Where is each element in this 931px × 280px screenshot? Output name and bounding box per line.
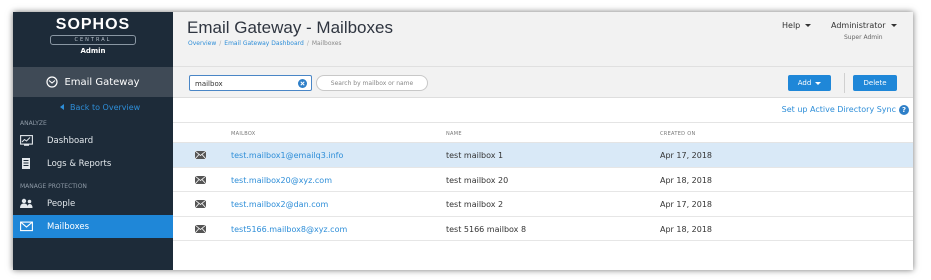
back-to-overview-link[interactable]: Back to Overview	[13, 97, 173, 117]
mailbox-table: MAILBOX NAME CREATED ON test.mailbox1@em…	[173, 122, 913, 241]
chevron-down-icon	[890, 24, 897, 27]
mailbox-link[interactable]: test.mailbox20@xyz.com	[231, 176, 332, 185]
user-role: Super Admin	[844, 34, 883, 41]
sidebar-item-label: People	[47, 198, 76, 209]
search-input[interactable]	[195, 78, 295, 89]
column-header-mailbox[interactable]: MAILBOX	[231, 131, 255, 137]
sidebar-item-mailboxes[interactable]: Mailboxes	[13, 215, 173, 238]
help-label: Help	[782, 21, 801, 30]
user-name: Administrator	[831, 21, 886, 30]
sync-row: Set up Active Directory Sync ?	[173, 98, 913, 122]
logs-icon	[22, 158, 30, 169]
table-row[interactable]: test.mailbox2@dan.com test mailbox 2 Apr…	[173, 192, 913, 217]
sidebar-item-people[interactable]: People	[13, 192, 173, 215]
mailbox-link[interactable]: test5166.mailbox8@xyz.com	[231, 225, 347, 234]
product-label: Email Gateway	[64, 76, 140, 88]
add-button[interactable]: Add	[788, 75, 831, 91]
clear-search-icon[interactable]	[298, 79, 307, 88]
table-row[interactable]: test5166.mailbox8@xyz.com test 5166 mail…	[173, 217, 913, 241]
chevron-down-icon	[805, 24, 812, 27]
brand-subtitle: Admin	[80, 47, 106, 55]
envelope-icon	[195, 151, 206, 159]
mailbox-name: test 5166 mailbox 8	[446, 224, 527, 234]
people-icon	[20, 198, 33, 208]
breadcrumb-current: Mailboxes	[311, 40, 342, 47]
search-mode-select[interactable]: Search by mailbox or name	[316, 75, 428, 91]
user-menu[interactable]: Administrator	[831, 21, 897, 30]
table-header: MAILBOX NAME CREATED ON	[173, 122, 913, 143]
brand: SOPHOS CENTRAL Admin	[13, 12, 173, 67]
mailbox-name: test mailbox 2	[446, 200, 504, 209]
column-header-name[interactable]: NAME	[446, 131, 462, 137]
mailbox-link[interactable]: test.mailbox1@emailq3.info	[231, 151, 343, 160]
search-box	[189, 75, 312, 91]
dashboard-icon	[20, 135, 33, 146]
table-row[interactable]: test.mailbox1@emailq3.info test mailbox …	[173, 143, 913, 168]
mailbox-name: test mailbox 1	[446, 151, 504, 160]
column-header-created[interactable]: CREATED ON	[660, 131, 696, 137]
mailbox-icon	[20, 221, 33, 232]
sidebar-item-label: Logs & Reports	[47, 158, 112, 169]
ad-sync-link[interactable]: Set up Active Directory Sync	[782, 105, 896, 114]
email-gateway-icon	[46, 76, 59, 88]
back-link-label: Back to Overview	[70, 102, 141, 112]
sidebar-item-dashboard[interactable]: Dashboard	[13, 129, 173, 152]
brand-central-label: CENTRAL	[49, 35, 137, 45]
sidebar-item-label: Dashboard	[47, 135, 94, 146]
created-date: Apr 18, 2018	[660, 175, 713, 185]
breadcrumb: Overview / Email Gateway Dashboard / Mailbox…	[188, 40, 342, 47]
brand-logo: SOPHOS	[55, 16, 131, 33]
back-arrow-icon	[60, 104, 64, 110]
breadcrumb-overview[interactable]: Overview	[188, 40, 216, 47]
created-date: Apr 18, 2018	[660, 224, 713, 234]
table-row[interactable]: test.mailbox20@xyz.com test mailbox 20 A…	[173, 168, 913, 192]
envelope-icon	[195, 200, 206, 208]
page-header: Email Gateway - Mailboxes Overview / Email…	[173, 12, 913, 67]
app-window: SOPHOS CENTRAL Admin Email Gateway Back …	[13, 12, 913, 270]
delete-button[interactable]: Delete	[853, 75, 897, 91]
help-circle-icon[interactable]: ?	[899, 105, 909, 115]
toolbar: Search by mailbox or name Add Delete	[173, 67, 913, 98]
mailbox-link[interactable]: test.mailbox2@dan.com	[231, 200, 328, 209]
sidebar: SOPHOS CENTRAL Admin Email Gateway Back …	[13, 12, 173, 270]
breadcrumb-dashboard[interactable]: Email Gateway Dashboard	[224, 40, 304, 47]
mailbox-name: test mailbox 20	[446, 175, 509, 185]
created-date: Apr 17, 2018	[660, 200, 713, 209]
section-manage-protection: MANAGE PROTECTION	[20, 182, 87, 190]
section-analyze: ANALYZE	[20, 119, 47, 127]
product-switcher[interactable]: Email Gateway	[13, 67, 173, 97]
sidebar-item-logs-reports[interactable]: Logs & Reports	[13, 152, 173, 175]
envelope-icon	[195, 224, 206, 233]
envelope-icon	[195, 175, 206, 184]
chevron-down-icon	[815, 81, 822, 85]
sidebar-item-label: Mailboxes	[47, 221, 90, 232]
toolbar-divider	[844, 73, 845, 93]
created-date: Apr 17, 2018	[660, 151, 713, 160]
add-button-label: Add	[797, 79, 812, 87]
page-title: Email Gateway - Mailboxes	[187, 18, 393, 37]
help-menu[interactable]: Help	[782, 21, 812, 30]
